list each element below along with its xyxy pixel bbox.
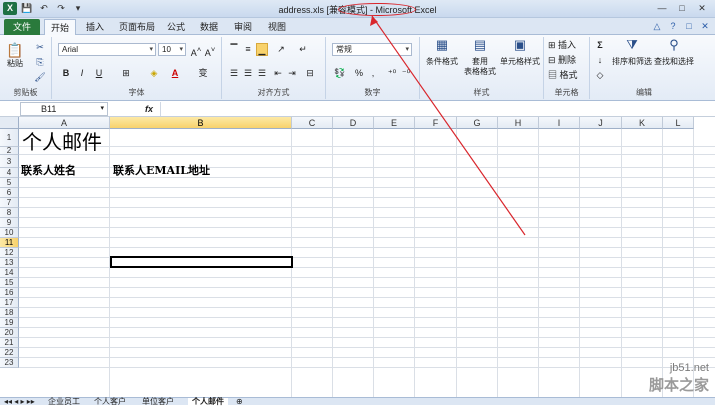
watermark-site: jb51.net: [669, 362, 709, 374]
watermark: jb51.net 脚本之家: [649, 362, 709, 395]
annotation-arrow: [370, 15, 526, 236]
watermark-brand: 脚本之家: [648, 376, 709, 394]
